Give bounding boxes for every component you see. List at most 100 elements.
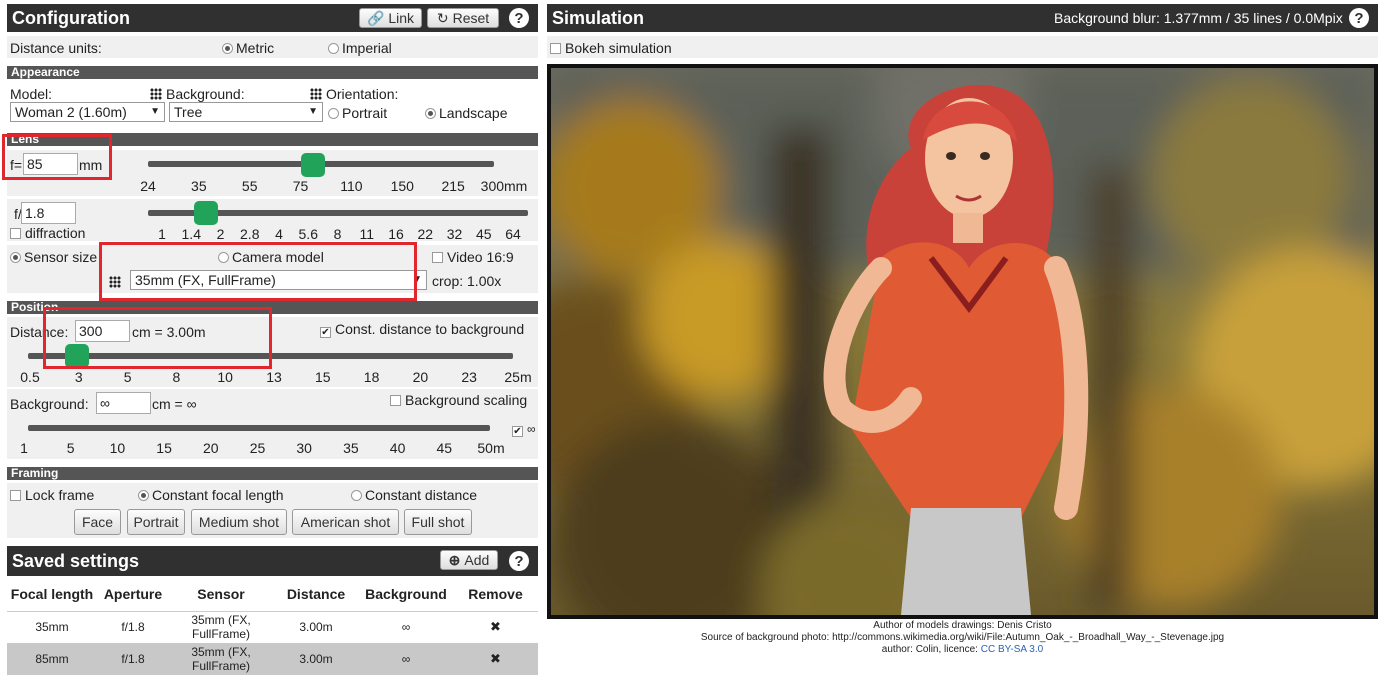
landscape-label: Landscape bbox=[439, 105, 508, 121]
tick-label: 16 bbox=[388, 226, 404, 242]
licence-link[interactable]: CC BY-SA 3.0 bbox=[981, 644, 1043, 655]
metric-radio[interactable]: Metric bbox=[222, 40, 274, 56]
bokeh-row bbox=[547, 36, 1378, 58]
column-aperture: Aperture bbox=[103, 585, 163, 602]
tick-label: 75 bbox=[292, 178, 309, 194]
tick-label: 5.6 bbox=[298, 226, 318, 242]
config-help-icon[interactable]: ? bbox=[509, 8, 529, 28]
video-label: Video 16:9 bbox=[447, 249, 514, 265]
row-distance: 3.00m bbox=[299, 652, 333, 666]
background-scaling-checkbox[interactable]: Background scaling bbox=[390, 392, 527, 408]
credit-author: author: Colin, licence: CC BY-SA 3.0 bbox=[547, 644, 1378, 655]
background-select[interactable]: Tree ▼ bbox=[169, 102, 323, 122]
simulation-help-icon[interactable]: ? bbox=[1349, 8, 1369, 28]
row-aperture: f/1.8 bbox=[121, 652, 145, 666]
tick-label: 22 bbox=[417, 226, 434, 242]
remove-icon[interactable]: ✖ bbox=[453, 611, 538, 643]
tick-label: 11 bbox=[359, 226, 375, 242]
radio-icon bbox=[328, 43, 339, 54]
background-distance-input[interactable]: ∞ bbox=[96, 392, 151, 414]
tick-label: 215 bbox=[441, 178, 465, 194]
medium-shot-button[interactable]: Medium shot bbox=[191, 509, 287, 535]
focal-slider-handle[interactable] bbox=[301, 153, 325, 177]
aperture-slider-handle[interactable] bbox=[194, 201, 218, 225]
tick-label: 2 bbox=[216, 226, 225, 242]
checkbox-icon bbox=[10, 490, 21, 501]
portrait-button[interactable]: Portrait bbox=[127, 509, 185, 535]
background-readout: cm = ∞ bbox=[152, 396, 197, 412]
aperture-input[interactable]: 1.8 bbox=[21, 202, 76, 224]
tick-label: 1 bbox=[20, 440, 28, 456]
portrait-radio[interactable]: Portrait bbox=[328, 105, 387, 121]
crop-readout: crop: 1.00x bbox=[432, 273, 502, 289]
tick-label: 3 bbox=[74, 369, 83, 385]
face-button[interactable]: Face bbox=[74, 509, 121, 535]
american-shot-button[interactable]: American shot bbox=[292, 509, 399, 535]
tick-label: 32 bbox=[446, 226, 463, 242]
saved-settings-table: Focal length Aperture Sensor Distance Ba… bbox=[7, 577, 538, 675]
tick-label: 1.4 bbox=[181, 226, 201, 242]
tick-label: 23 bbox=[461, 369, 477, 385]
tick-label: 110 bbox=[340, 178, 363, 194]
lock-frame-checkbox[interactable]: Lock frame bbox=[10, 487, 94, 503]
diffraction-checkbox[interactable]: diffraction bbox=[10, 225, 85, 241]
tick-label: 35 bbox=[191, 178, 207, 194]
credit-photo[interactable]: Source of background photo: http://commo… bbox=[547, 632, 1378, 643]
const-background-checkbox[interactable]: ✔ Const. distance to background bbox=[320, 321, 524, 338]
background-label: Background: bbox=[166, 86, 245, 102]
tick-label: 1 bbox=[158, 226, 166, 242]
radio-icon bbox=[138, 490, 149, 501]
column-remove: Remove bbox=[468, 585, 523, 602]
video-checkbox[interactable]: Video 16:9 bbox=[432, 249, 514, 265]
const-background-label: Const. distance to background bbox=[335, 321, 525, 337]
saved-help-icon[interactable]: ? bbox=[509, 551, 529, 571]
portrait-label: Portrait bbox=[342, 105, 388, 121]
tick-label: 13 bbox=[266, 369, 282, 385]
table-row[interactable]: 85mm f/1.8 35mm (FX, FullFrame) 3.00m ∞ … bbox=[7, 643, 538, 675]
tick-label: 8 bbox=[172, 369, 181, 385]
row-focal: 35mm bbox=[35, 620, 69, 635]
tick-label: 150 bbox=[390, 178, 414, 194]
sensor-size-radio[interactable]: Sensor size bbox=[10, 249, 97, 265]
config-title: Configuration bbox=[12, 7, 130, 28]
table-row[interactable]: 35mm f/1.8 35mm (FX, FullFrame) 3.00m ∞ … bbox=[7, 611, 538, 643]
tick-label: 30 bbox=[296, 440, 312, 456]
model-select[interactable]: Woman 2 (1.60m) ▼ bbox=[10, 102, 165, 122]
grid-icon[interactable] bbox=[310, 88, 322, 100]
sensor-size-label: Sensor size bbox=[24, 249, 98, 265]
landscape-radio[interactable]: Landscape bbox=[425, 105, 508, 121]
reset-button[interactable]: ↻ Reset bbox=[427, 8, 499, 28]
link-label: Link bbox=[388, 10, 415, 26]
remove-icon[interactable]: ✖ bbox=[453, 643, 538, 675]
orientation-label-row: Orientation: bbox=[310, 86, 398, 102]
saved-settings-title: Saved settings bbox=[12, 550, 140, 571]
tick-label: 45 bbox=[475, 226, 492, 242]
tick-label: 20 bbox=[412, 369, 429, 385]
const-focal-label: Constant focal length bbox=[152, 487, 284, 503]
checkbox-icon bbox=[10, 228, 21, 239]
const-distance-radio[interactable]: Constant distance bbox=[351, 487, 477, 503]
tick-label: 15 bbox=[315, 369, 331, 385]
link-button[interactable]: 🔗 Link bbox=[359, 8, 422, 28]
const-focal-radio[interactable]: Constant focal length bbox=[138, 487, 284, 503]
blur-info: Background blur: 1.377mm / 35 lines / 0.… bbox=[1054, 10, 1343, 26]
checkbox-icon: ✔ bbox=[512, 426, 523, 437]
imperial-radio[interactable]: Imperial bbox=[328, 40, 392, 56]
sensor-highlight-box bbox=[99, 242, 417, 301]
add-setting-button[interactable]: ⊕ Add bbox=[440, 550, 498, 570]
infinity-checkbox[interactable]: ✔ ∞ bbox=[512, 420, 536, 437]
background-scaling-label: Background scaling bbox=[405, 392, 528, 408]
bokeh-checkbox[interactable]: Bokeh simulation bbox=[550, 40, 672, 56]
full-shot-button[interactable]: Full shot bbox=[404, 509, 472, 535]
background-slider-track[interactable] bbox=[28, 425, 490, 431]
row-distance: 3.00m bbox=[299, 620, 333, 635]
radio-icon bbox=[328, 108, 339, 119]
simulation-render bbox=[551, 68, 1374, 615]
tick-label: 10 bbox=[109, 440, 126, 456]
grid-icon[interactable] bbox=[150, 88, 162, 100]
tick-label: 40 bbox=[389, 440, 406, 456]
row-sensor: 35mm (FX, FullFrame) bbox=[191, 645, 251, 673]
reset-icon: ↻ bbox=[436, 9, 449, 26]
checkbox-icon: ✔ bbox=[320, 327, 331, 338]
link-icon: 🔗 bbox=[366, 9, 385, 26]
